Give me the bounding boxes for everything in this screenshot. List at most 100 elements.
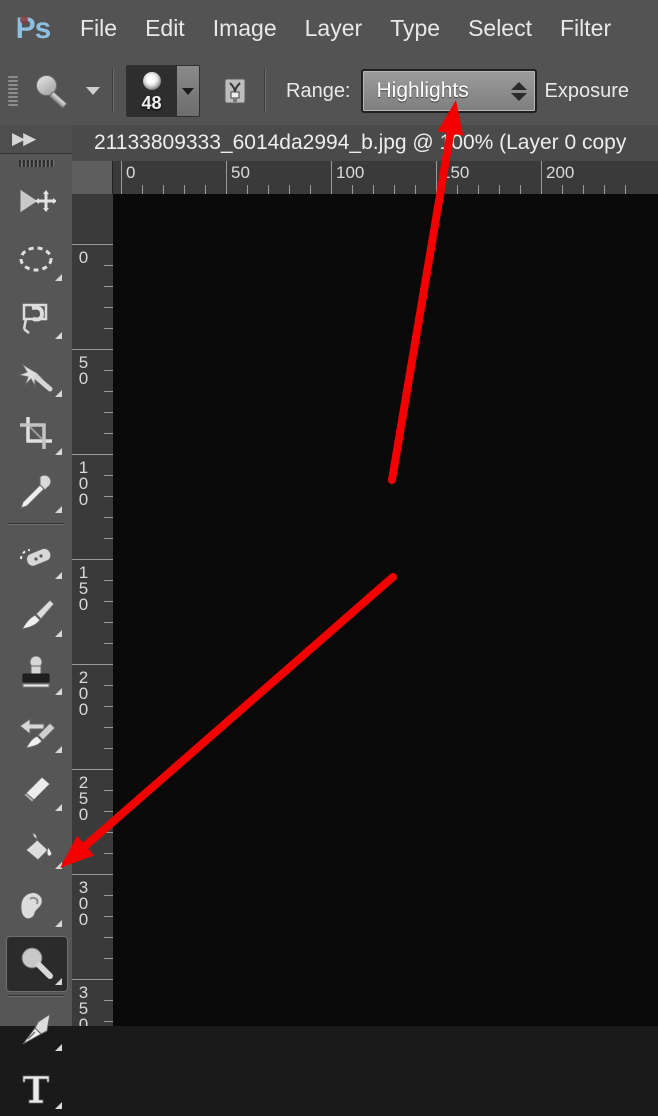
tool-crop[interactable] [0,404,72,462]
tool-magic-wand[interactable] [0,346,72,404]
ruler-label: 100 [336,163,365,182]
ruler-minor-tick [478,185,479,194]
history-brush-icon [19,718,56,749]
tool-blur[interactable] [0,876,72,934]
vertical-ruler[interactable]: 0 50 100 150 200 250 300 350 [72,194,114,1026]
ruler-minor-tick [104,643,113,644]
ruler-minor-tick [268,185,269,194]
ruler-major-tick [121,161,122,194]
soft-round-brush-icon [142,72,161,90]
options-separator [112,69,114,113]
ruler-minor-tick [104,412,113,413]
ruler-label: 0 [73,248,93,264]
tool-gradient[interactable] [0,818,72,876]
ruler-minor-tick [104,790,113,791]
ruler-minor-tick [104,706,113,707]
flyout-triangle-icon [55,274,62,281]
ruler-minor-tick [562,185,563,194]
pen-nib-icon [22,1012,51,1045]
menu-item-image[interactable]: Image [199,0,291,57]
menu-item-edit[interactable]: Edit [131,0,199,57]
tool-type[interactable] [0,1058,72,1116]
ruler-minor-tick [104,622,113,623]
options-bar-drag-grip-icon[interactable] [4,71,22,111]
horizontal-ruler[interactable]: 0 50 100 150 200 [72,161,658,195]
double-chevron-right-icon: ▶▶ [12,129,36,148]
range-label: Range: [286,79,351,102]
tool-pen[interactable] [0,1000,72,1058]
menu-item-file[interactable]: File [66,0,131,57]
brush-picker[interactable]: 48 [126,65,200,117]
flyout-triangle-icon [55,804,62,811]
ruler-minor-tick [104,601,113,602]
airbrush-toggle-icon[interactable] [218,74,252,108]
tool-history-brush[interactable] [0,702,72,760]
tool-brush[interactable] [0,586,72,644]
eyedropper-icon [20,474,52,509]
ruler-major-tick [72,244,113,245]
ruler-major-tick [72,979,113,980]
tool-clone-stamp[interactable] [0,644,72,702]
ruler-minor-tick [104,685,113,686]
photoshop-logo: Ps [0,0,66,57]
flyout-triangle-icon [55,1102,62,1109]
tool-separator-1 [8,523,64,525]
tool-eraser[interactable] [0,760,72,818]
ruler-major-tick [541,161,542,194]
flyout-triangle-icon [55,920,62,927]
paint-bucket-icon [25,832,53,861]
ruler-label: 50 [231,163,250,182]
options-separator-2 [264,69,266,113]
tool-lasso[interactable] [0,288,72,346]
tool-dodge[interactable] [0,934,72,992]
active-tool-icon[interactable] [30,68,76,114]
ruler-major-tick [436,161,437,194]
flyout-triangle-icon [55,390,62,397]
tool-preset-chevron-down-icon[interactable] [86,87,100,95]
tool-spot-healing-brush[interactable] [0,528,72,586]
ruler-major-tick [226,161,227,194]
menu-item-type[interactable]: Type [376,0,454,57]
range-selected-value: Highlights [376,79,469,102]
brush-size-value: 48 [141,93,162,113]
ruler-major-tick [72,874,113,875]
ruler-major-tick [72,454,113,455]
ruler-major-tick [72,349,113,350]
move-tool-icon [19,188,56,214]
elliptical-marquee-icon [19,246,53,272]
flyout-triangle-icon [55,332,62,339]
eraser-icon [23,776,51,803]
tool-elliptical-marquee[interactable] [0,230,72,288]
menu-item-layer[interactable]: Layer [291,0,377,57]
ruler-label: 250 [73,773,93,821]
ruler-label: 200 [546,163,575,182]
tool-eyedropper[interactable] [0,462,72,520]
flyout-triangle-icon [55,688,62,695]
menu-item-filter[interactable]: Filter [546,0,625,57]
ruler-label: 0 [126,163,136,182]
ruler-minor-tick [310,185,311,194]
ruler-minor-tick [352,185,353,194]
paintbrush-icon [20,599,55,630]
ruler-minor-tick [104,811,113,812]
ruler-minor-tick [104,895,113,896]
document-title-bar[interactable]: 21133809333_6014da2994_b.jpg @ 100% (Lay… [72,125,658,162]
range-stepper-icon[interactable] [510,81,527,101]
panel-drag-grip-icon[interactable] [0,154,72,172]
ruler-minor-tick [104,496,113,497]
exposure-label: Exposure [544,79,630,102]
range-dropdown[interactable]: Highlights [360,69,537,113]
tools-panel-collapse-button[interactable]: ▶▶ [0,125,72,154]
ruler-minor-tick [104,286,113,287]
brush-picker-chevron-down-icon[interactable] [176,66,199,116]
tool-options-bar: 48 Range: Highlights Exposure [0,57,658,126]
ruler-minor-tick [104,748,113,749]
tool-move[interactable] [0,172,72,230]
tools-panel: ▶▶ [0,125,73,1109]
crop-icon [20,417,52,449]
image-canvas[interactable] [113,194,658,1026]
ruler-major-tick [331,161,332,194]
ruler-minor-tick [104,853,113,854]
ruler-corner-box[interactable] [72,161,113,194]
menu-item-select[interactable]: Select [454,0,546,57]
